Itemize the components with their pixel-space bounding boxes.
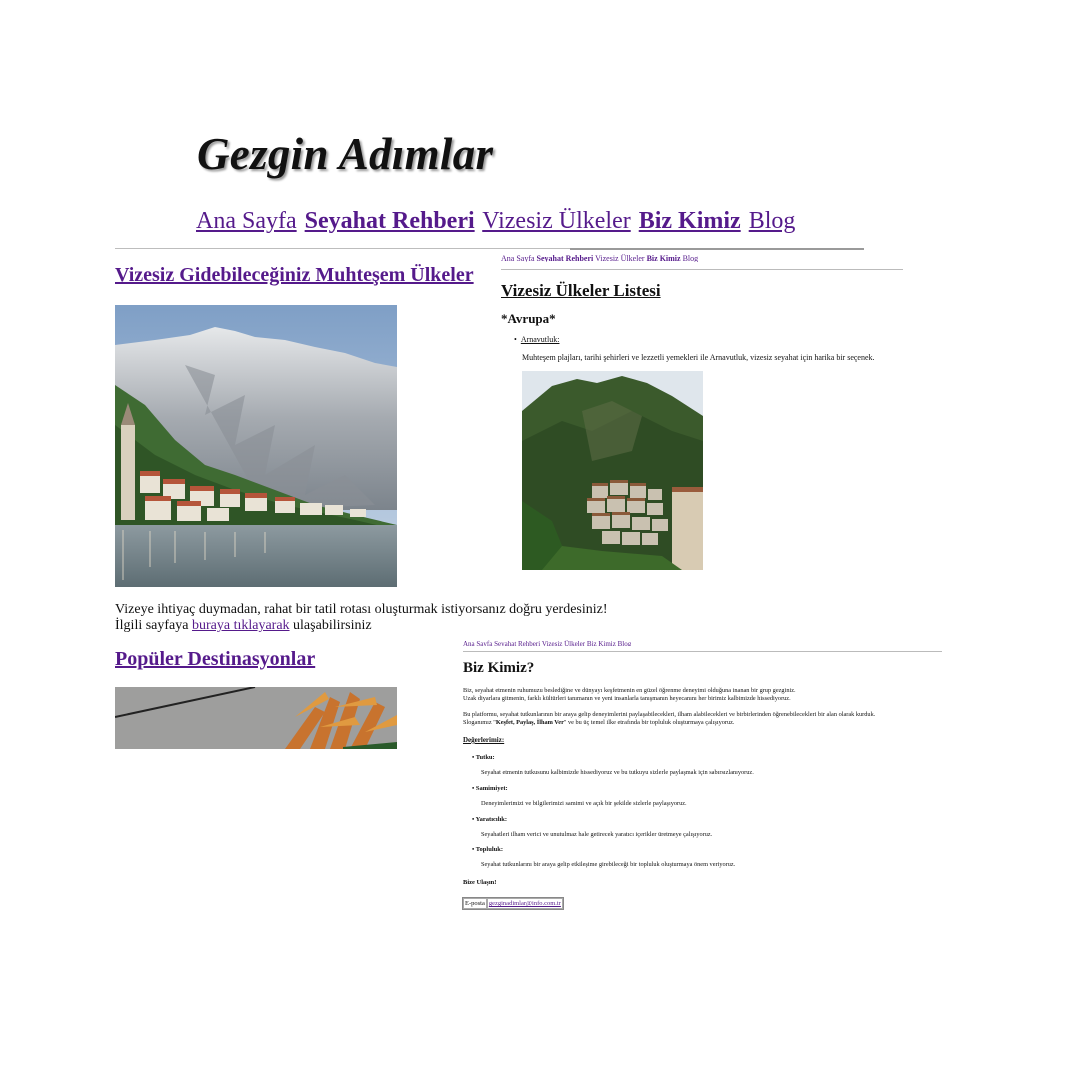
visa-nav-home-link[interactable]: Ana Sayfa: [501, 254, 535, 262]
popular-heading: Popüler Destinasyonlar: [115, 648, 315, 671]
visa-list-heading: Vizesiz Ülkeler Listesi: [501, 281, 661, 300]
values-heading: Değerlerimiz:: [463, 736, 505, 744]
main-nav: Ana Sayfa Seyahat Rehberi Vizesiz Ülkele…: [196, 208, 797, 235]
featured-heading: Vizesiz Gidebileceğiniz Muhteşem Ülkeler: [115, 264, 474, 287]
about-p1-line2: Uzak diyarlara gitmenin, farklı kültürle…: [463, 695, 791, 702]
contact-label: E-posta: [463, 898, 487, 909]
about-nav-visa-free-link[interactable]: Vizesiz Ülkeler: [542, 640, 585, 646]
about-p2-suffix: " ve bu üç temel ilke etrafında bir topl…: [563, 719, 735, 726]
visa-page-divider: [501, 269, 903, 270]
about-page-divider: [463, 651, 942, 652]
perast-photo: [115, 305, 397, 587]
about-nav-guide-link[interactable]: Seyahat Rehberi: [494, 640, 540, 646]
about-p2-prefix: Sloganımız ": [463, 719, 496, 726]
visa-nav-guide-link[interactable]: Seyahat Rehberi: [537, 254, 594, 262]
about-slogan: Keşfet, Paylaş, İlham Ver: [495, 719, 564, 726]
visa-nav-about-link[interactable]: Biz Kimiz: [647, 254, 681, 262]
country-name[interactable]: Arnavutluk:: [521, 335, 560, 344]
about-nav-about-link[interactable]: Biz Kimiz: [587, 640, 616, 646]
about-page-nav: Ana Sayfa Seyahat Rehberi Vizesiz Ülkele…: [463, 640, 631, 646]
region-heading: *Avrupa*: [501, 311, 556, 326]
value-text: Seyahatleri ilham verici ve unutulmaz ha…: [481, 831, 713, 838]
visa-page-nav: Ana Sayfa Seyahat Rehberi Vizesiz Ülkele…: [501, 254, 698, 262]
nav-divider: [115, 248, 570, 249]
intro-text: Vizeye ihtiyaç duymadan, rahat bir tatil…: [115, 602, 608, 634]
about-paragraph-2: Bu platformu, seyahat tutkunlarının bir …: [463, 711, 875, 727]
about-nav-home-link[interactable]: Ana Sayfa: [463, 640, 492, 646]
about-p1-line1: Biz, seyahat etmenin ruhumuzu beslediğin…: [463, 687, 796, 694]
about-paragraph-1: Biz, seyahat etmenin ruhumuzu beslediğin…: [463, 687, 796, 703]
about-p2-line1: Bu platformu, seyahat tutkunlarının bir …: [463, 711, 876, 718]
site-title: Gezgin Adımlar: [197, 129, 494, 179]
country-description: Muhteşem plajları, tarihi şehirleri ve l…: [522, 353, 875, 362]
value-title: Samimiyet:: [472, 785, 508, 792]
nav-about-link[interactable]: Biz Kimiz: [639, 208, 741, 234]
contact-table: E-posta gezginadimlar@info.com.tr: [462, 897, 564, 910]
value-title: Topluluk:: [472, 846, 503, 853]
nav-divider-right: [570, 248, 864, 250]
value-title: Yaratıcılık:: [472, 816, 507, 823]
about-heading: Biz Kimiz?: [463, 660, 535, 676]
intro-line-2-suffix: ulaşabilirsiniz: [289, 618, 372, 633]
value-text: Deneyimlerimizi ve bilgilerimizi samimi …: [481, 800, 687, 807]
intro-line-2: İlgili sayfaya buraya tıklayarak ulaşabi…: [115, 618, 608, 634]
visa-nav-blog-link[interactable]: Blog: [683, 254, 699, 262]
about-nav-blog-link[interactable]: Blog: [618, 640, 632, 646]
value-text: Seyahat tutkunlarını bir araya gelip etk…: [481, 861, 736, 868]
nav-blog-link[interactable]: Blog: [749, 208, 796, 234]
contact-email-link[interactable]: gezginadimlar@info.com.tr: [489, 900, 561, 907]
popular-heading-link[interactable]: Popüler Destinasyonlar: [115, 648, 315, 670]
featured-heading-link[interactable]: Vizesiz Gidebileceğiniz Muhteşem Ülkeler: [115, 264, 474, 286]
visa-nav-visa-free-link[interactable]: Vizesiz Ülkeler: [595, 254, 645, 262]
value-title: Tutku:: [472, 754, 495, 761]
country-list-item: • Arnavutluk:: [514, 335, 560, 344]
contact-heading: Bize Ulaşın!: [463, 879, 497, 886]
palm-photo: [115, 687, 397, 749]
intro-line-2-prefix: İlgili sayfaya: [115, 618, 192, 633]
berat-photo: [522, 371, 703, 570]
about-p2-line2: Sloganımız "Keşfet, Paylaş, İlham Ver" v…: [463, 719, 875, 727]
intro-line-1: Vizeye ihtiyaç duymadan, rahat bir tatil…: [115, 602, 608, 617]
nav-home-link[interactable]: Ana Sayfa: [196, 208, 297, 234]
nav-visa-free-link[interactable]: Vizesiz Ülkeler: [482, 208, 631, 234]
value-text: Seyahat etmenin tutkusunu kalbimizde his…: [481, 769, 754, 776]
intro-link[interactable]: buraya tıklayarak: [192, 618, 290, 633]
nav-travel-guide-link[interactable]: Seyahat Rehberi: [305, 208, 475, 234]
